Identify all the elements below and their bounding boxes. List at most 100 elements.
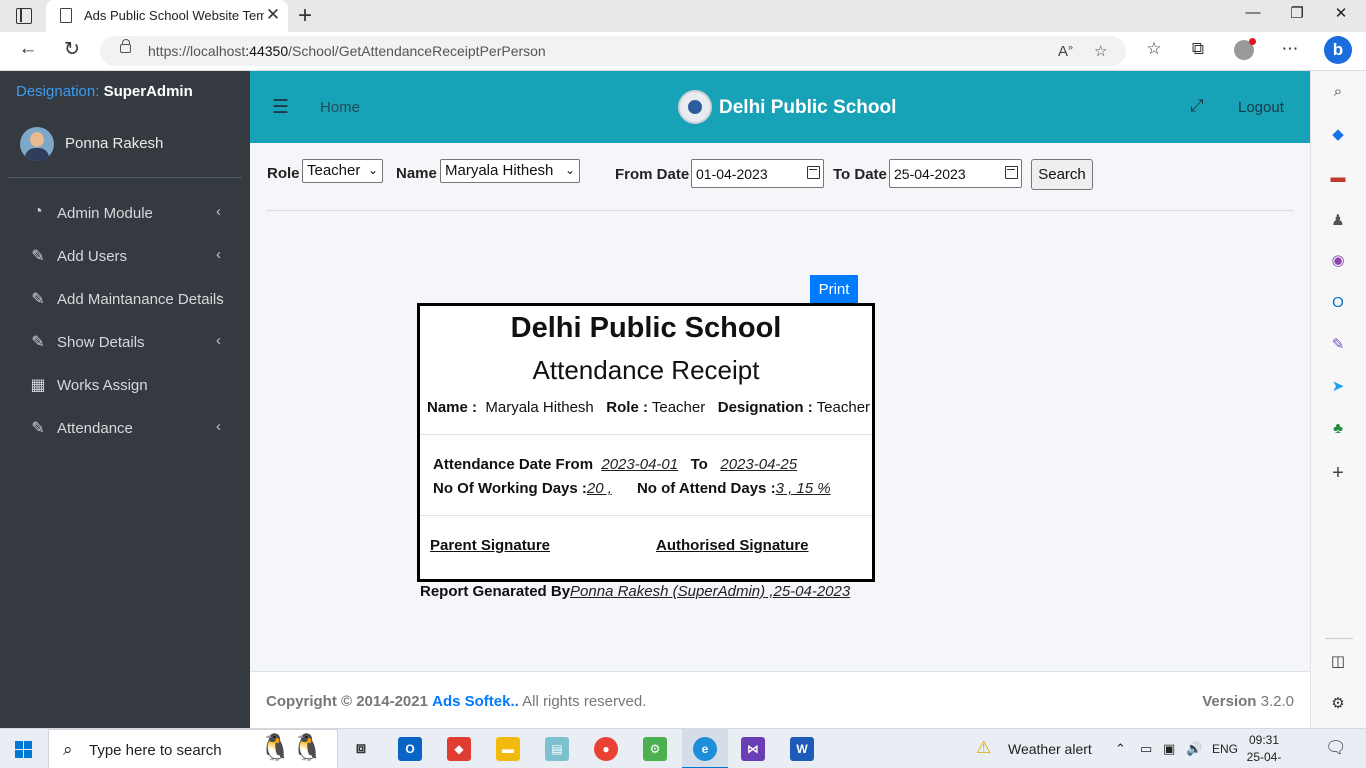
from-date-value: 01-04-2023 (696, 166, 768, 182)
sidebar-item-label: Show Details (57, 334, 145, 351)
back-icon[interactable]: ← (16, 38, 40, 60)
avatar (20, 127, 54, 161)
designation-line: Designation: SuperAdmin (16, 83, 193, 100)
penguins-decoration-icon: 🐧🐧 (259, 732, 324, 762)
from-date-input[interactable]: 01-04-2023 (691, 159, 824, 188)
split-screen-icon[interactable]: ◫ (1328, 652, 1348, 672)
sidebar-item-admin-module[interactable]: ◔ Admin Module ‹ (0, 193, 250, 236)
word-app-icon[interactable]: W (790, 737, 814, 761)
tab-actions-icon[interactable] (16, 8, 32, 24)
search-icon[interactable]: ⌕ (1328, 82, 1348, 102)
sidebar-item-show-details[interactable]: ✎ Show Details ‹ (0, 322, 250, 365)
windows-start-icon[interactable] (15, 741, 32, 758)
divider (420, 434, 872, 435)
weather-alert-icon[interactable]: ⚠ (976, 738, 991, 758)
bing-chat-icon[interactable]: b (1324, 36, 1352, 64)
read-aloud-icon[interactable]: A» (1058, 42, 1073, 60)
url-input[interactable]: https://localhost:44350/School/GetAttend… (100, 36, 1126, 66)
sidebar-item-add-users[interactable]: ✎ Add Users ‹ (0, 236, 250, 279)
windows-taskbar: ⌕ Type here to search 🐧🐧 ⧈ O ◆ ▬ ▤ ● ⚙ e… (0, 728, 1366, 768)
search-button[interactable]: Search (1031, 159, 1093, 190)
menu-toggle-icon[interactable]: ☰ (272, 96, 289, 119)
attendance-period: Attendance Date From 2023-04-01 To 2023-… (433, 456, 798, 473)
lock-icon[interactable] (120, 39, 131, 53)
to-date-label: To Date (833, 166, 887, 183)
school-logo-icon (678, 90, 712, 124)
taskbar-search-input[interactable]: ⌕ Type here to search 🐧🐧 (48, 729, 338, 768)
role-select[interactable]: Teacher ⌄ (302, 159, 383, 183)
add-icon[interactable]: + (1328, 463, 1348, 483)
close-tab-icon[interactable]: ✕ (264, 5, 282, 25)
name-select[interactable]: Maryala Hithesh ⌄ (440, 159, 580, 183)
language-indicator[interactable]: ENG (1212, 742, 1238, 756)
browser-tab[interactable]: Ads Public School Website Templ ✕ (46, 0, 288, 32)
tree-icon[interactable]: ♣ (1328, 419, 1348, 439)
sidebar-item-works-assign[interactable]: ▦ Works Assign (0, 365, 250, 408)
send-icon[interactable]: ➤ (1328, 377, 1348, 397)
games-icon[interactable]: ♟ (1328, 211, 1348, 231)
collections-icon[interactable]: ⧉ (1187, 39, 1209, 59)
user-panel[interactable]: Ponna Rakesh (8, 123, 242, 178)
network-icon[interactable]: ▣ (1163, 741, 1175, 757)
divider (266, 210, 1294, 211)
content-area: Role Teacher ⌄ Name Maryala Hithesh ⌄ From… (250, 143, 1310, 671)
sidebar-item-label: Admin Module (57, 205, 153, 222)
more-options-icon[interactable]: ⋯ (1279, 39, 1301, 59)
print-button[interactable]: Print (810, 275, 858, 303)
role-label: Role (267, 165, 300, 182)
volume-icon[interactable]: 🔊 (1186, 741, 1202, 757)
edit-icon: ✎ (31, 334, 45, 351)
calendar-icon[interactable] (1005, 166, 1018, 179)
python-app-icon[interactable]: ⚙ (643, 737, 667, 761)
profile-avatar[interactable] (1234, 38, 1256, 60)
favorites-icon[interactable]: ☆ (1143, 39, 1165, 59)
minimize-icon[interactable]: — (1238, 4, 1268, 21)
chevron-left-icon: ‹ (216, 289, 221, 306)
taskbar-active-app[interactable]: e (682, 729, 728, 768)
weather-alert-text[interactable]: Weather alert (1008, 741, 1092, 757)
company-link[interactable]: Ads Softek.. (432, 693, 519, 710)
sidebar-item-add-maintanance-details[interactable]: ✎ Add Maintanance Details ‹ (0, 279, 250, 322)
file-explorer-icon[interactable]: ▬ (496, 737, 520, 761)
maximize-icon[interactable]: ❐ (1282, 4, 1312, 22)
add-favorite-icon[interactable]: ☆ (1094, 42, 1107, 60)
notepad-app-icon[interactable]: ▤ (545, 737, 569, 761)
close-window-icon[interactable]: ✕ (1326, 4, 1356, 22)
receipt-title: Attendance Receipt (532, 355, 760, 385)
sidebar-item-attendance[interactable]: ✎ Attendance ‹ (0, 408, 250, 451)
sidebar-item-label: Add Maintanance Details (57, 291, 224, 308)
shopping-tag-icon[interactable]: ◆ (1328, 125, 1348, 145)
notifications-icon[interactable]: 🗨 (1325, 738, 1347, 758)
report-generated-by: Report Genarated ByPonna Rakesh (SuperAd… (420, 583, 851, 600)
to-date-input[interactable]: 25-04-2023 (889, 159, 1022, 188)
dashboard-icon: ◔ (33, 203, 43, 220)
visual-studio-app-icon[interactable]: ⋈ (741, 737, 765, 761)
receipt-school-name: Delhi Public School (510, 312, 782, 344)
attendance-counts: No Of Working Days :20 , No of Attend Da… (433, 480, 831, 497)
logout-link[interactable]: Logout (1238, 99, 1284, 116)
fullscreen-icon[interactable]: ⤢ (1190, 96, 1204, 116)
office-icon[interactable]: ◉ (1328, 251, 1348, 271)
show-hidden-icons-icon[interactable]: ⌃ (1115, 741, 1126, 757)
divider (1325, 638, 1353, 639)
system-clock[interactable]: 09:31 25-04-2023 (1240, 732, 1288, 768)
user-name: Ponna Rakesh (65, 135, 164, 152)
calendar-icon[interactable] (807, 166, 820, 179)
attendance-receipt: Delhi Public School Attendance Receipt N… (417, 303, 875, 582)
designer-icon[interactable]: ✎ (1328, 335, 1348, 355)
clock-time: 09:31 (1248, 733, 1280, 747)
chrome-app-icon[interactable]: ● (594, 737, 618, 761)
page-footer: Copyright © 2014-2021 Ads Softek.. All r… (250, 671, 1310, 728)
anydesk-app-icon[interactable]: ◆ (447, 737, 471, 761)
chevron-left-icon: ‹ (216, 203, 221, 220)
role-select-value: Teacher (307, 162, 361, 179)
outlook-icon[interactable]: O (1328, 293, 1348, 313)
home-link[interactable]: Home (320, 99, 360, 116)
settings-icon[interactable]: ⚙ (1328, 694, 1348, 714)
battery-icon[interactable]: ▭ (1140, 741, 1152, 757)
task-view-icon[interactable]: ⧈ (349, 737, 373, 761)
new-tab-icon[interactable]: + (294, 2, 316, 30)
refresh-icon[interactable]: ↻ (60, 38, 84, 61)
tools-icon[interactable]: ▬ (1328, 168, 1348, 188)
outlook-app-icon[interactable]: O (398, 737, 422, 761)
